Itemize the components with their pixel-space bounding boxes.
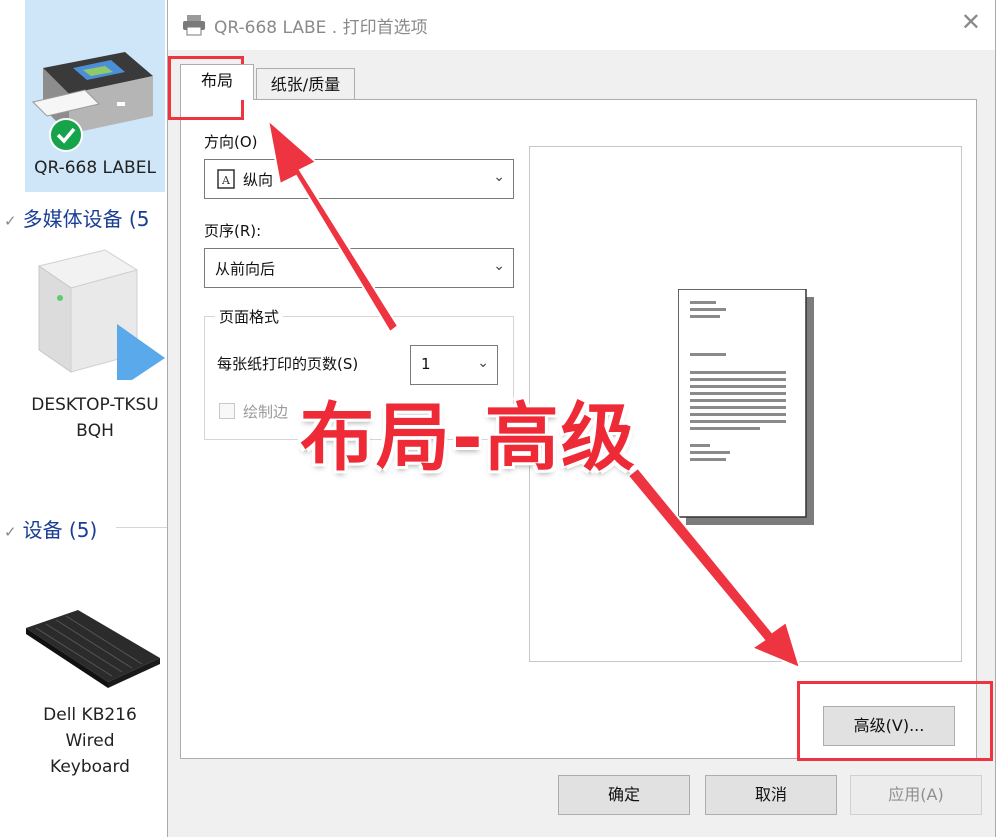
page-order-select[interactable]: 从前向后 ⌄ <box>204 248 514 288</box>
ok-button[interactable]: 确定 <box>558 775 690 815</box>
device-label: DESKTOP-TKSU BQH <box>31 395 159 441</box>
page-preview-icon <box>678 289 814 525</box>
cancel-button[interactable]: 取消 <box>705 775 837 815</box>
keyboard-icon <box>26 610 160 688</box>
media-server-icon <box>37 249 165 380</box>
device-label: QR-668 LABEL <box>34 158 156 178</box>
chevron-down-icon: ⌄ <box>493 258 505 274</box>
pages-per-sheet-label: 每张纸打印的页数(S) <box>217 355 359 373</box>
page-format-title: 页面格式 <box>215 306 284 327</box>
default-check-icon <box>49 118 83 152</box>
orientation-value: 纵向 <box>243 171 274 189</box>
close-icon[interactable]: ✕ <box>961 8 981 36</box>
device-tile-printer[interactable]: QR-668 LABEL <box>25 0 165 192</box>
group-multimedia-header[interactable]: ✓ 多媒体设备 (5 <box>4 203 149 232</box>
group-devices-header[interactable]: ✓ 设备 (5) <box>4 514 97 543</box>
printer-icon <box>32 52 153 134</box>
orientation-select[interactable]: A 纵向 ⌄ <box>204 159 514 199</box>
orientation-label: 方向(O) <box>204 133 258 151</box>
page-order-label: 页序(R): <box>204 222 262 240</box>
device-label: Dell KB216 Wired Keyboard <box>43 705 137 777</box>
device-tile-desktop[interactable]: DESKTOP-TKSU BQH <box>25 240 165 450</box>
chevron-down-icon: ⌄ <box>493 169 505 185</box>
draw-borders-checkbox[interactable] <box>219 403 235 419</box>
apply-button[interactable]: 应用(A) <box>850 775 982 815</box>
dialog-titlebar[interactable]: QR-668 LABE . 打印首选项 ✕ <box>168 0 995 50</box>
group-divider <box>116 527 168 528</box>
portrait-page-icon: A <box>217 169 235 189</box>
tab-paper-quality[interactable]: 纸张/质量 <box>256 68 355 100</box>
annotation-caption: 布局-高级 <box>300 395 637 481</box>
dialog-title: QR-668 LABE . 打印首选项 <box>214 18 428 38</box>
highlight-advanced-button <box>797 681 993 761</box>
chevron-down-icon: ⌄ <box>477 355 489 371</box>
draw-borders-label: 绘制边 <box>243 403 289 421</box>
chevron-down-icon: ✓ <box>4 523 17 541</box>
page-order-value: 从前向后 <box>215 260 276 278</box>
tab-layout[interactable]: 布局 <box>180 64 254 100</box>
printer-icon <box>183 15 205 36</box>
svg-text:A: A <box>221 174 231 187</box>
device-tile-keyboard[interactable]: Dell KB216 Wired Keyboard <box>20 600 168 790</box>
chevron-down-icon: ✓ <box>4 212 17 230</box>
pages-per-sheet-value: 1 <box>421 355 431 373</box>
